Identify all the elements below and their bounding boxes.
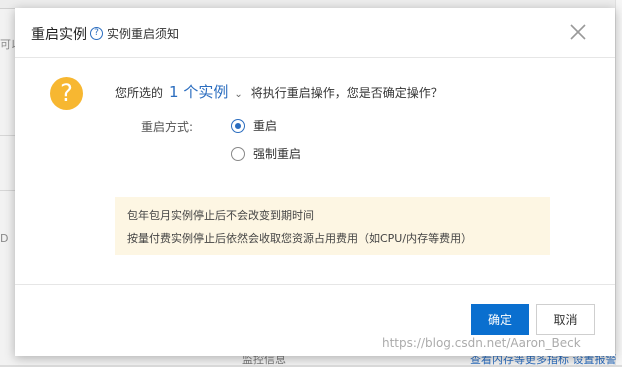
background-left-text: D bbox=[0, 232, 9, 245]
question-circle-icon: ? bbox=[90, 27, 103, 40]
radio-button[interactable] bbox=[231, 146, 245, 161]
background-divider bbox=[0, 135, 16, 136]
close-icon bbox=[570, 24, 586, 40]
dialog-title: 重启实例 bbox=[31, 27, 87, 43]
background-divider bbox=[0, 190, 16, 191]
radio-option-force-restart[interactable]: 强制重启 bbox=[231, 145, 301, 162]
ok-button[interactable]: 确定 bbox=[471, 304, 529, 335]
radio-label: 强制重启 bbox=[253, 147, 302, 161]
restart-method-label: 重启方式: bbox=[141, 120, 194, 134]
chevron-down-icon[interactable]: ⌄ bbox=[234, 89, 242, 100]
question-warning-icon: ? bbox=[50, 77, 83, 110]
radio-option-restart[interactable]: 重启 bbox=[231, 117, 277, 134]
radio-button-checked[interactable] bbox=[231, 118, 245, 133]
instance-count-link[interactable]: 1 个实例 bbox=[169, 81, 228, 102]
radio-label: 重启 bbox=[253, 119, 278, 133]
cancel-button[interactable]: 取消 bbox=[536, 304, 595, 335]
confirm-suffix: 将执行重启操作，您是否确定操作？ bbox=[250, 86, 443, 100]
confirm-message: 您所选的 1 个实例 ⌄ 将执行重启操作，您是否确定操作？ bbox=[115, 81, 443, 102]
restart-instance-dialog: 重启实例 ? 实例重启须知 ? 您所选的 1 个实例 ⌄ 将执行重启操作，您是否… bbox=[15, 8, 615, 356]
notice-text: 按量付费实例停止后依然会收取您资源占用费用（如CPU/内存等费用） bbox=[127, 232, 473, 245]
watermark-text: https://blog.csdn.net/Aaron_Beck bbox=[382, 336, 581, 350]
notice-box: 包年包月实例停止后不会改变到期时间 按量付费实例停止后依然会收取您资源占用费用（… bbox=[115, 197, 550, 255]
close-button[interactable] bbox=[568, 22, 588, 42]
notice-text: 包年包月实例停止后不会改变到期时间 bbox=[127, 209, 314, 222]
restart-notes-link[interactable]: 实例重启须知 bbox=[107, 25, 179, 42]
confirm-prefix: 您所选的 bbox=[115, 86, 164, 100]
background-right-panel bbox=[615, 0, 622, 365]
footer-divider bbox=[15, 284, 615, 285]
help-link-wrapper[interactable]: ? 实例重启须知 bbox=[90, 25, 179, 42]
dialog-header: 重启实例 ? 实例重启须知 bbox=[15, 8, 615, 58]
